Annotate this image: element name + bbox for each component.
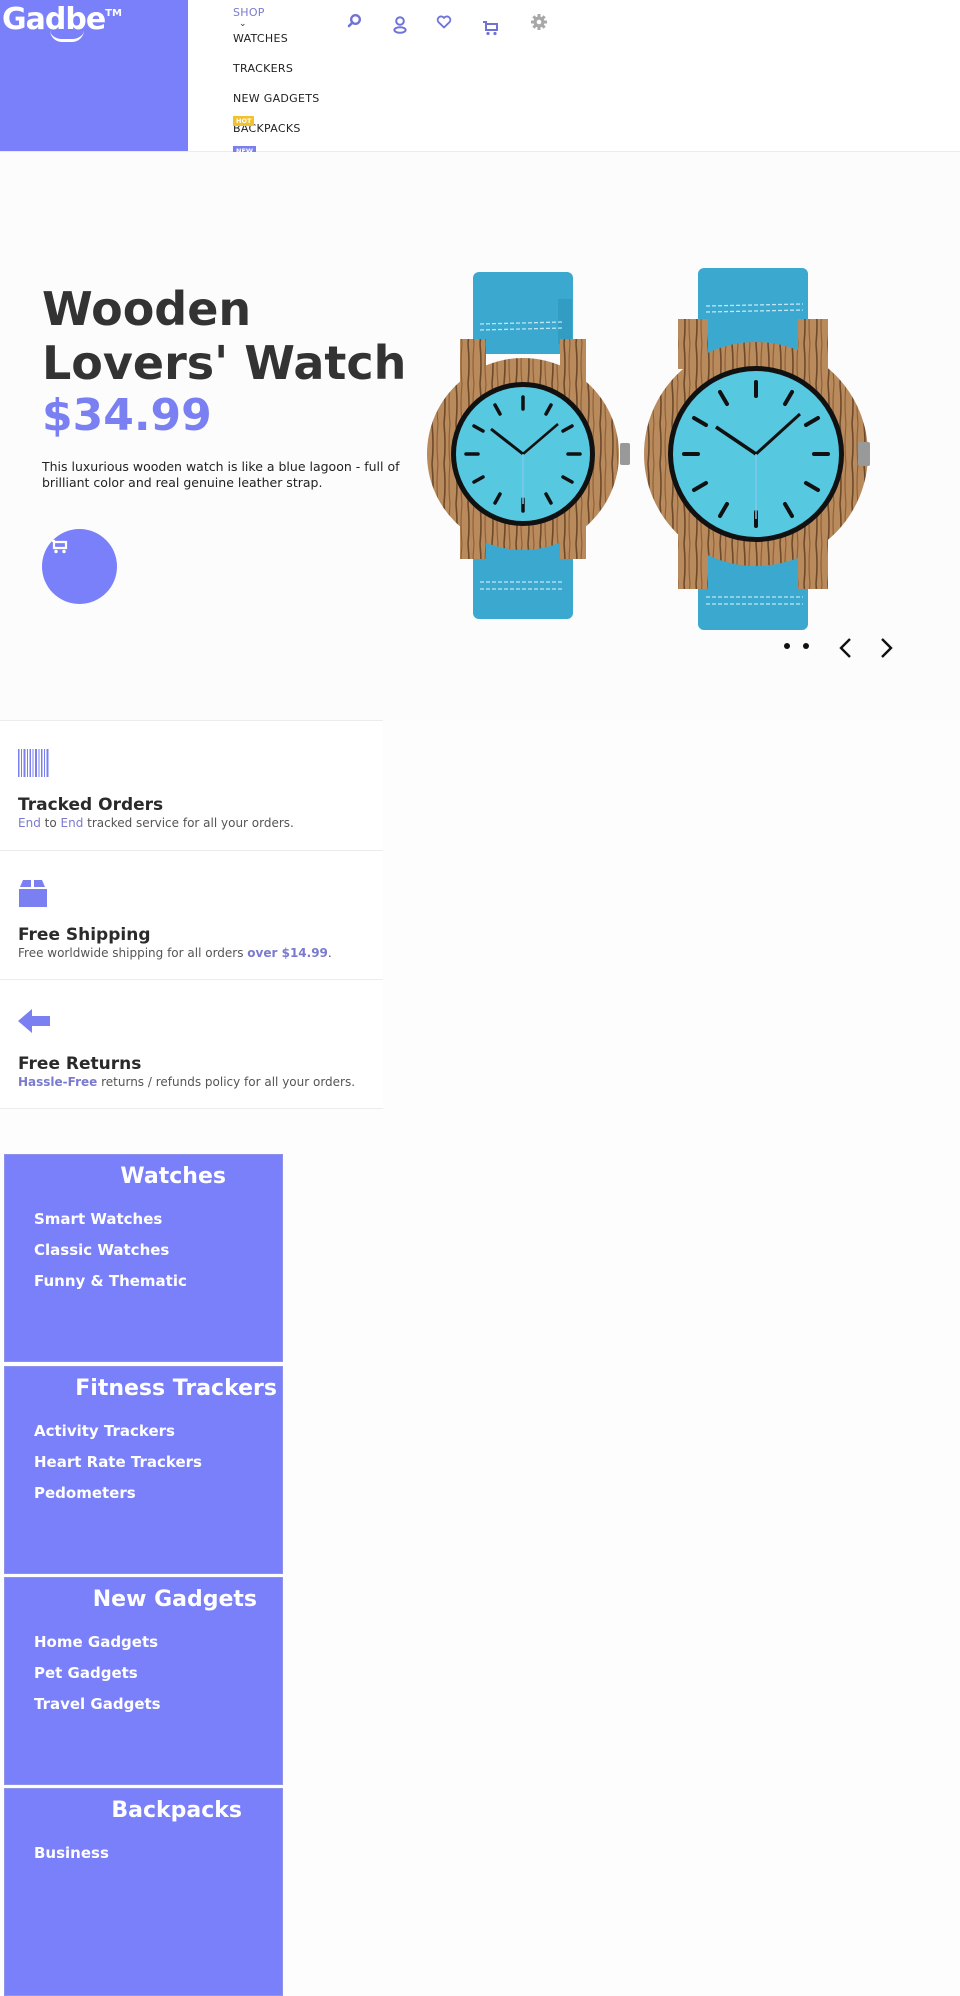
feature-title: Free Returns <box>18 1054 142 1074</box>
return-arrow-icon <box>18 1008 50 1038</box>
feature-text: Hassle-Free returns / refunds policy for… <box>18 1075 355 1089</box>
search-icon[interactable] <box>344 10 364 32</box>
category-link[interactable]: Activity Trackers <box>34 1422 202 1453</box>
text: tracked service for all your orders. <box>83 816 294 830</box>
text: Free worldwide shipping for all orders <box>18 946 248 960</box>
right-watch <box>644 268 870 630</box>
slider-prev-arrow-icon[interactable] <box>836 636 856 660</box>
hero-title: Wooden Lovers' Watch <box>42 282 406 390</box>
slide-dot-1[interactable] <box>784 643 790 649</box>
nav-trackers[interactable]: TRACKERS <box>233 62 320 92</box>
hero-price: $34.99 <box>42 390 212 441</box>
chevron-down-icon[interactable]: ⌄ <box>239 19 320 32</box>
category-links: Business <box>34 1844 109 1875</box>
category-title[interactable]: Watches <box>5 1164 284 1189</box>
add-to-cart-button[interactable] <box>42 529 117 604</box>
text-highlight: Hassle-Free <box>18 1075 98 1089</box>
site-header: GadbeTM SHOP ⌄ WATCHES TRACKERS NEW GADG… <box>0 0 960 156</box>
package-box-icon <box>18 879 48 911</box>
feature-free-shipping: Free Shipping Free worldwide shipping fo… <box>0 850 383 980</box>
wishlist-heart-icon[interactable] <box>434 11 454 33</box>
feature-title: Free Shipping <box>18 925 151 945</box>
category-link[interactable]: Classic Watches <box>34 1241 187 1272</box>
hot-badge: HOT <box>233 116 255 126</box>
category-title[interactable]: Backpacks <box>5 1798 284 1823</box>
divider <box>0 1108 383 1109</box>
slide-dot-2[interactable] <box>803 643 809 649</box>
settings-gear-icon[interactable] <box>529 11 549 33</box>
category-links: Home Gadgets Pet Gadgets Travel Gadgets <box>34 1633 161 1726</box>
category-card-watches[interactable]: Watches Smart Watches Classic Watches Fu… <box>4 1154 283 1362</box>
category-link[interactable]: Business <box>34 1844 109 1875</box>
left-watch <box>427 272 630 619</box>
hero-title-line-2: Lovers' Watch <box>42 336 407 390</box>
category-links: Activity Trackers Heart Rate Trackers Pe… <box>34 1422 202 1515</box>
category-title[interactable]: New Gadgets <box>5 1587 284 1612</box>
hero-title-line-1: Wooden <box>42 282 252 336</box>
category-link[interactable]: Home Gadgets <box>34 1633 161 1664</box>
category-link[interactable]: Travel Gadgets <box>34 1695 161 1726</box>
logo-smile-icon <box>50 30 84 42</box>
category-card-new-gadgets[interactable]: New Gadgets Home Gadgets Pet Gadgets Tra… <box>4 1577 283 1785</box>
category-link[interactable]: Pedometers <box>34 1484 202 1515</box>
feature-text: Free worldwide shipping for all orders o… <box>18 946 332 960</box>
cart-icon <box>51 539 69 559</box>
category-links: Smart Watches Classic Watches Funny & Th… <box>34 1210 187 1303</box>
text: . <box>327 946 332 960</box>
nav-watches[interactable]: WATCHES <box>233 32 320 62</box>
category-title[interactable]: Fitness Trackers <box>5 1376 284 1401</box>
category-card-fitness-trackers[interactable]: Fitness Trackers Activity Trackers Heart… <box>4 1366 283 1574</box>
barcode-icon <box>18 749 50 781</box>
slider-pagination <box>784 643 809 649</box>
trademark: TM <box>105 8 122 19</box>
category-card-backpacks[interactable]: Backpacks Business <box>4 1788 283 1996</box>
feature-tracked-orders: Tracked Orders End to End tracked servic… <box>0 720 383 850</box>
main-nav: SHOP ⌄ WATCHES TRACKERS NEW GADGETS BACK… <box>233 6 320 152</box>
text-highlight: over $14.99 <box>247 946 328 960</box>
product-image-wooden-watches <box>418 264 870 634</box>
text: returns / refunds policy for all your or… <box>97 1075 356 1089</box>
logo-link[interactable]: GadbeTM <box>0 0 188 151</box>
category-link[interactable]: Pet Gadgets <box>34 1664 161 1695</box>
feature-title: Tracked Orders <box>18 795 164 815</box>
category-link[interactable]: Smart Watches <box>34 1210 187 1241</box>
account-icon[interactable] <box>390 14 410 36</box>
hero-description: This luxurious wooden watch is like a bl… <box>42 459 400 490</box>
slider-next-arrow-icon[interactable] <box>876 636 896 660</box>
category-link[interactable]: Heart Rate Trackers <box>34 1453 202 1484</box>
cart-icon[interactable] <box>481 17 501 39</box>
category-link[interactable]: Funny & Thematic <box>34 1272 187 1303</box>
text-highlight: End <box>18 816 41 830</box>
nav-shop[interactable]: SHOP <box>233 6 320 19</box>
hero-slider: Wooden Lovers' Watch $34.99 This luxurio… <box>0 152 960 720</box>
feature-free-returns: Free Returns Hassle-Free returns / refun… <box>0 979 383 1109</box>
text: to <box>40 816 61 830</box>
feature-text: End to End tracked service for all your … <box>18 816 294 830</box>
text-highlight: End <box>60 816 84 830</box>
